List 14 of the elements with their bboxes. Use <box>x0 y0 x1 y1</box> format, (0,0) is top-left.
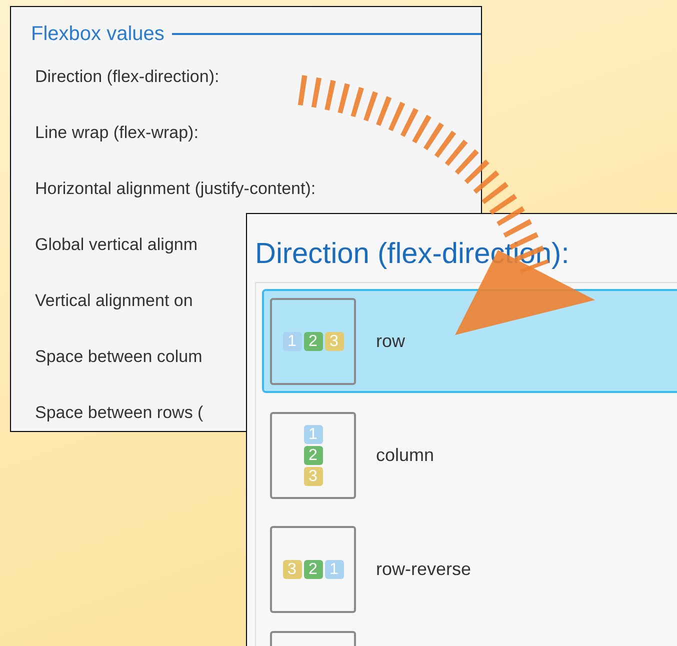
field-label: Vertical alignment on <box>35 290 193 312</box>
layout-preview-icon: 1 2 3 <box>270 298 356 384</box>
field-label: Direction (flex-direction): <box>35 66 220 88</box>
group-title: Flexbox values <box>31 22 164 47</box>
direction-option[interactable]: 3 2 1 row-reverse <box>262 517 677 621</box>
layout-preview-icon: 3 2 1 <box>270 526 356 612</box>
field-label: Line wrap (flex-wrap): <box>35 122 198 144</box>
direction-option[interactable]: 1 2 3 column <box>262 403 677 507</box>
field-label: Space between colum <box>35 346 202 368</box>
layout-preview-icon: 1 2 3 <box>270 412 356 498</box>
field-label: Horizontal alignment (justify-content): <box>35 178 316 200</box>
field-label: Space between rows ( <box>35 402 204 424</box>
field-label: Global vertical alignm <box>35 234 198 256</box>
direction-option[interactable]: 1 2 3 row <box>262 289 677 393</box>
